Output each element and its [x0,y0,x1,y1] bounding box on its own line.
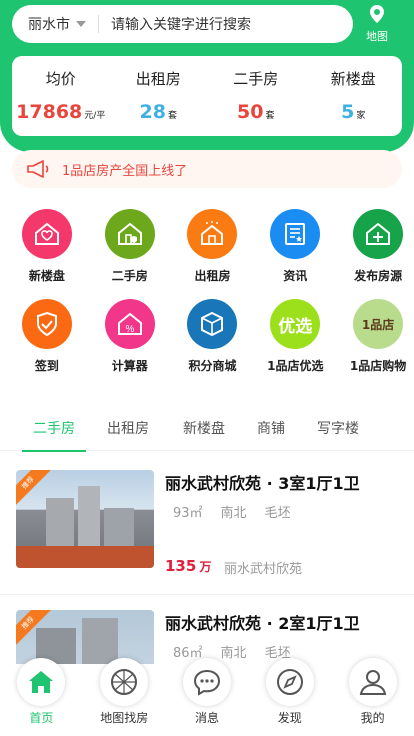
nav-map-search[interactable]: 地图找房 [83,658,166,736]
menu-label: 积分商城 [188,359,237,373]
menu-label: 二手房 [111,269,148,283]
stat-rental[interactable]: 出租房 28 套 [110,56,208,136]
notice-banner[interactable]: 1品店房产全国上线了 [12,150,402,188]
tab-rental[interactable]: 出租房 [98,405,158,451]
home-icon [17,658,66,706]
app-page: 丽水市 请输入关键字进行搜索 地图 均价 17868 元/平 出租房 28 套 二手… [0,0,414,736]
menu-checkin[interactable]: 签到 [11,296,83,386]
listing-meta: 86㎡ 南北 毛坯 [173,642,291,661]
city-selector[interactable]: 丽水市 [12,14,98,34]
points-mall-icon [187,299,238,349]
menu-label: 新楼盘 [28,269,65,283]
menu-label: 出租房 [194,269,231,283]
tab-secondhand[interactable]: 二手房 [22,405,86,452]
shopping-logo-icon: 1品店 [353,299,404,349]
bottom-nav: 首页 地图找房 消息 发现 我的 [0,658,414,736]
listing-decoration: 毛坯 [264,506,291,521]
listing-meta: 93㎡ 南北 毛坯 [173,502,291,521]
megaphone-icon [27,160,49,178]
listing-title: 丽水武村欣苑 · 2室1厅1卫 [165,614,360,633]
listing-price: 135 万 [165,557,212,575]
stat-value: 28 套 [139,101,177,123]
stat-value: 17868 元/平 [16,101,106,123]
notice-text: 1品店房产全国上线了 [62,163,188,179]
list-item[interactable]: 推荐 丽水武村欣苑 · 3室1厅1卫 93㎡ 南北 毛坯 135 万 丽水武村欣苑 [0,455,414,595]
listing-title: 丽水武村欣苑 · 3室1厅1卫 [165,474,360,493]
menu-grid: 新楼盘 二手房 出租房 资讯 发布房源 签到 % 计算器 积分商城 优选 1品店… [0,206,414,386]
menu-label: 计算器 [111,359,148,373]
menu-label: 1品店购物 [349,359,407,373]
svg-text:%: % [125,324,134,335]
menu-points-mall[interactable]: 积分商城 [177,296,249,386]
menu-secondhand[interactable]: 二手房 [94,206,166,296]
stat-title: 新楼盘 [330,70,376,88]
menu-rental[interactable]: 出租房 [177,206,249,296]
discover-icon [265,658,314,706]
location-pin-icon [370,5,384,23]
chevron-down-icon [76,21,86,27]
message-icon [182,658,231,706]
menu-news[interactable]: 资讯 [259,206,331,296]
stat-new-building[interactable]: 新楼盘 5家 [305,56,403,136]
nav-messages[interactable]: 消息 [166,658,249,736]
map-button[interactable]: 地图 [360,5,394,43]
nav-label: 首页 [29,711,54,725]
menu-label: 签到 [34,359,59,373]
checkin-icon [21,299,72,349]
nav-label: 发现 [277,711,302,725]
preferred-icon: 优选 [270,299,321,349]
preferred-icon-text: 优选 [278,316,313,337]
rental-house-icon [187,209,238,259]
nav-discover[interactable]: 发现 [248,658,331,736]
nav-label: 消息 [194,711,219,725]
stat-title: 均价 [45,70,76,88]
menu-label: 资讯 [283,269,308,283]
listing-photo: 推荐 [16,470,154,568]
stat-title: 二手房 [233,70,279,88]
nav-home[interactable]: 首页 [0,658,83,736]
menu-new-building[interactable]: 新楼盘 [11,206,83,296]
listing-orientation: 南北 [220,646,247,661]
stat-secondhand[interactable]: 二手房 50 套 [207,56,305,136]
profile-icon [348,658,397,706]
stat-value: 5家 [341,101,366,123]
map-label: 地图 [366,30,388,43]
map-search-icon [100,658,149,706]
nav-label: 我的 [360,711,385,725]
menu-preferred[interactable]: 优选 1品店优选 [259,296,331,386]
city-label: 丽水市 [28,17,70,33]
menu-shopping[interactable]: 1品店 1品店购物 [342,296,414,386]
listing-area: 93㎡ [173,506,203,521]
nav-label: 地图找房 [100,711,149,725]
secondhand-house-icon [104,209,155,259]
nav-profile[interactable]: 我的 [331,658,414,736]
tab-new-building[interactable]: 新楼盘 [174,405,234,451]
news-icon [270,209,321,259]
shopping-logo-text: 1品店 [361,317,395,332]
listing-area: 86㎡ [173,646,203,661]
menu-label: 发布房源 [354,269,403,283]
menu-calculator[interactable]: % 计算器 [94,296,166,386]
calculator-icon: % [104,299,155,349]
search-bar[interactable]: 丽水市 请输入关键字进行搜索 [12,5,353,43]
stats-card: 均价 17868 元/平 出租房 28 套 二手房 50 套 新楼盘 5家 [12,56,402,136]
menu-publish[interactable]: 发布房源 [342,206,414,296]
tab-shop[interactable]: 商铺 [246,405,296,451]
new-building-icon [21,209,72,259]
listing-tabs: 二手房 出租房 新楼盘 商铺 写字楼 [0,405,414,452]
publish-listing-icon [353,209,404,259]
tab-office[interactable]: 写字楼 [308,405,368,451]
stat-title: 出租房 [135,70,181,88]
search-input[interactable]: 请输入关键字进行搜索 [99,14,251,34]
stat-average-price[interactable]: 均价 17868 元/平 [12,56,110,136]
listing-orientation: 南北 [220,506,247,521]
listing-community: 丽水武村欣苑 [224,562,303,577]
stat-value: 50 套 [237,101,275,123]
menu-label: 1品店优选 [267,359,324,373]
